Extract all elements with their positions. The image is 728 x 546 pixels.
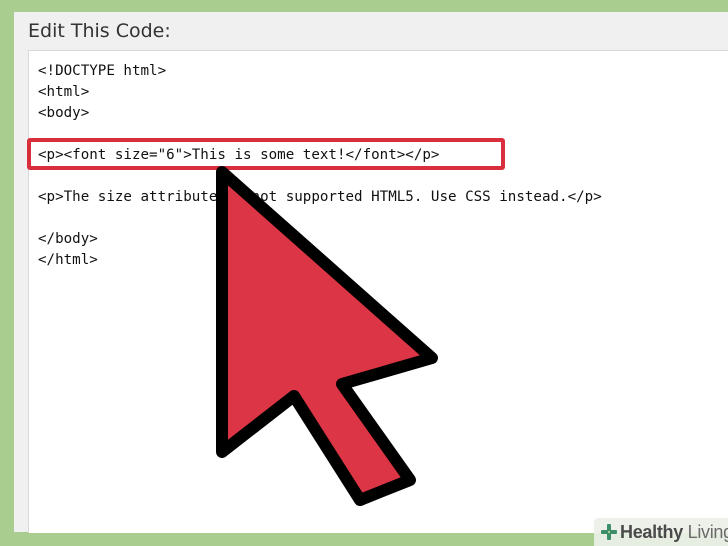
watermark-word-living: Living	[682, 522, 728, 542]
arrow-cursor-icon	[216, 166, 438, 506]
plus-cross-icon	[601, 524, 617, 540]
watermark: Healthy Living	[594, 518, 728, 546]
watermark-text: Healthy Living	[620, 521, 728, 543]
watermark-word-healthy: Healthy	[620, 522, 683, 542]
